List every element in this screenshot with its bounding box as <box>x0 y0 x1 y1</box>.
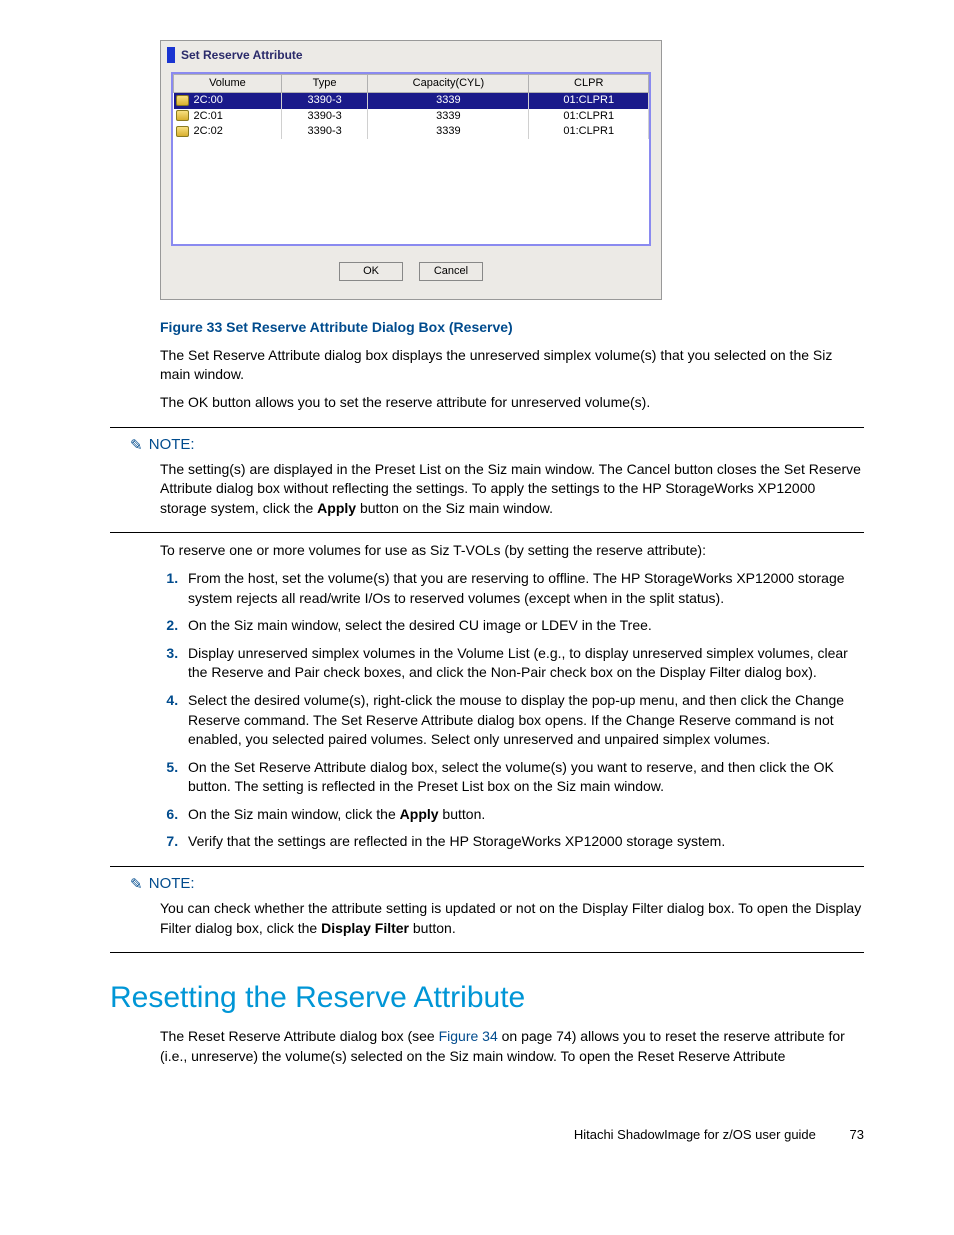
col-type: Type <box>281 74 368 92</box>
figure-xref-link[interactable]: Figure 34 <box>439 1028 498 1044</box>
note-icon: ✎ <box>130 435 143 456</box>
step-4: Select the desired volume(s), right-clic… <box>182 691 864 750</box>
note-label: NOTE: <box>149 875 195 892</box>
table-row[interactable]: 2C:003390-3333901:CLPR1 <box>174 93 649 109</box>
step-3: Display unreserved simplex volumes in th… <box>182 644 864 683</box>
body-para-2: The OK button allows you to set the rese… <box>160 393 864 413</box>
page-number: 73 <box>850 1126 864 1144</box>
procedure-steps: From the host, set the volume(s) that yo… <box>160 569 864 852</box>
section-heading: Resetting the Reserve Attribute <box>110 977 864 1019</box>
dialog-title: Set Reserve Attribute <box>181 47 303 64</box>
section-para: The Reset Reserve Attribute dialog box (… <box>160 1027 864 1066</box>
divider <box>110 427 864 428</box>
note-icon: ✎ <box>130 874 143 895</box>
drive-icon <box>176 126 189 137</box>
drive-icon <box>176 110 189 121</box>
step-2: On the Siz main window, select the desir… <box>182 616 864 636</box>
volume-table[interactable]: Volume Type Capacity(CYL) CLPR 2C:003390… <box>173 74 649 140</box>
note-label: NOTE: <box>149 436 195 453</box>
body-para-3: To reserve one or more volumes for use a… <box>160 541 864 561</box>
title-marker-icon <box>167 47 175 63</box>
page-footer: Hitachi ShadowImage for z/OS user guide … <box>110 1126 864 1144</box>
col-volume: Volume <box>174 74 282 92</box>
divider <box>110 952 864 953</box>
step-1: From the host, set the volume(s) that yo… <box>182 569 864 608</box>
dialog-title-bar: Set Reserve Attribute <box>161 41 661 68</box>
figure-caption: Figure 33 Set Reserve Attribute Dialog B… <box>160 318 864 338</box>
step-6: On the Siz main window, click the Apply … <box>182 805 864 825</box>
set-reserve-attribute-dialog: Set Reserve Attribute Volume Type Capaci… <box>160 40 662 300</box>
footer-text: Hitachi ShadowImage for z/OS user guide <box>574 1127 816 1142</box>
note-heading: ✎ NOTE: <box>130 434 864 456</box>
col-capacity: Capacity(CYL) <box>368 74 529 92</box>
table-row[interactable]: 2C:023390-3333901:CLPR1 <box>174 124 649 139</box>
body-para-1: The Set Reserve Attribute dialog box dis… <box>160 346 864 385</box>
ok-button[interactable]: OK <box>339 262 403 281</box>
cancel-button[interactable]: Cancel <box>419 262 483 281</box>
note-heading: ✎ NOTE: <box>130 873 864 895</box>
step-5: On the Set Reserve Attribute dialog box,… <box>182 758 864 797</box>
col-clpr: CLPR <box>529 74 649 92</box>
step-7: Verify that the settings are reflected i… <box>182 832 864 852</box>
drive-icon <box>176 95 189 106</box>
divider <box>110 532 864 533</box>
table-header-row: Volume Type Capacity(CYL) CLPR <box>174 74 649 92</box>
note-body-1: The setting(s) are displayed in the Pres… <box>160 460 864 519</box>
note-body-2: You can check whether the attribute sett… <box>160 899 864 938</box>
volume-table-wrap: Volume Type Capacity(CYL) CLPR 2C:003390… <box>171 72 651 246</box>
table-row[interactable]: 2C:013390-3333901:CLPR1 <box>174 109 649 124</box>
dialog-button-row: OK Cancel <box>161 260 661 281</box>
divider <box>110 866 864 867</box>
